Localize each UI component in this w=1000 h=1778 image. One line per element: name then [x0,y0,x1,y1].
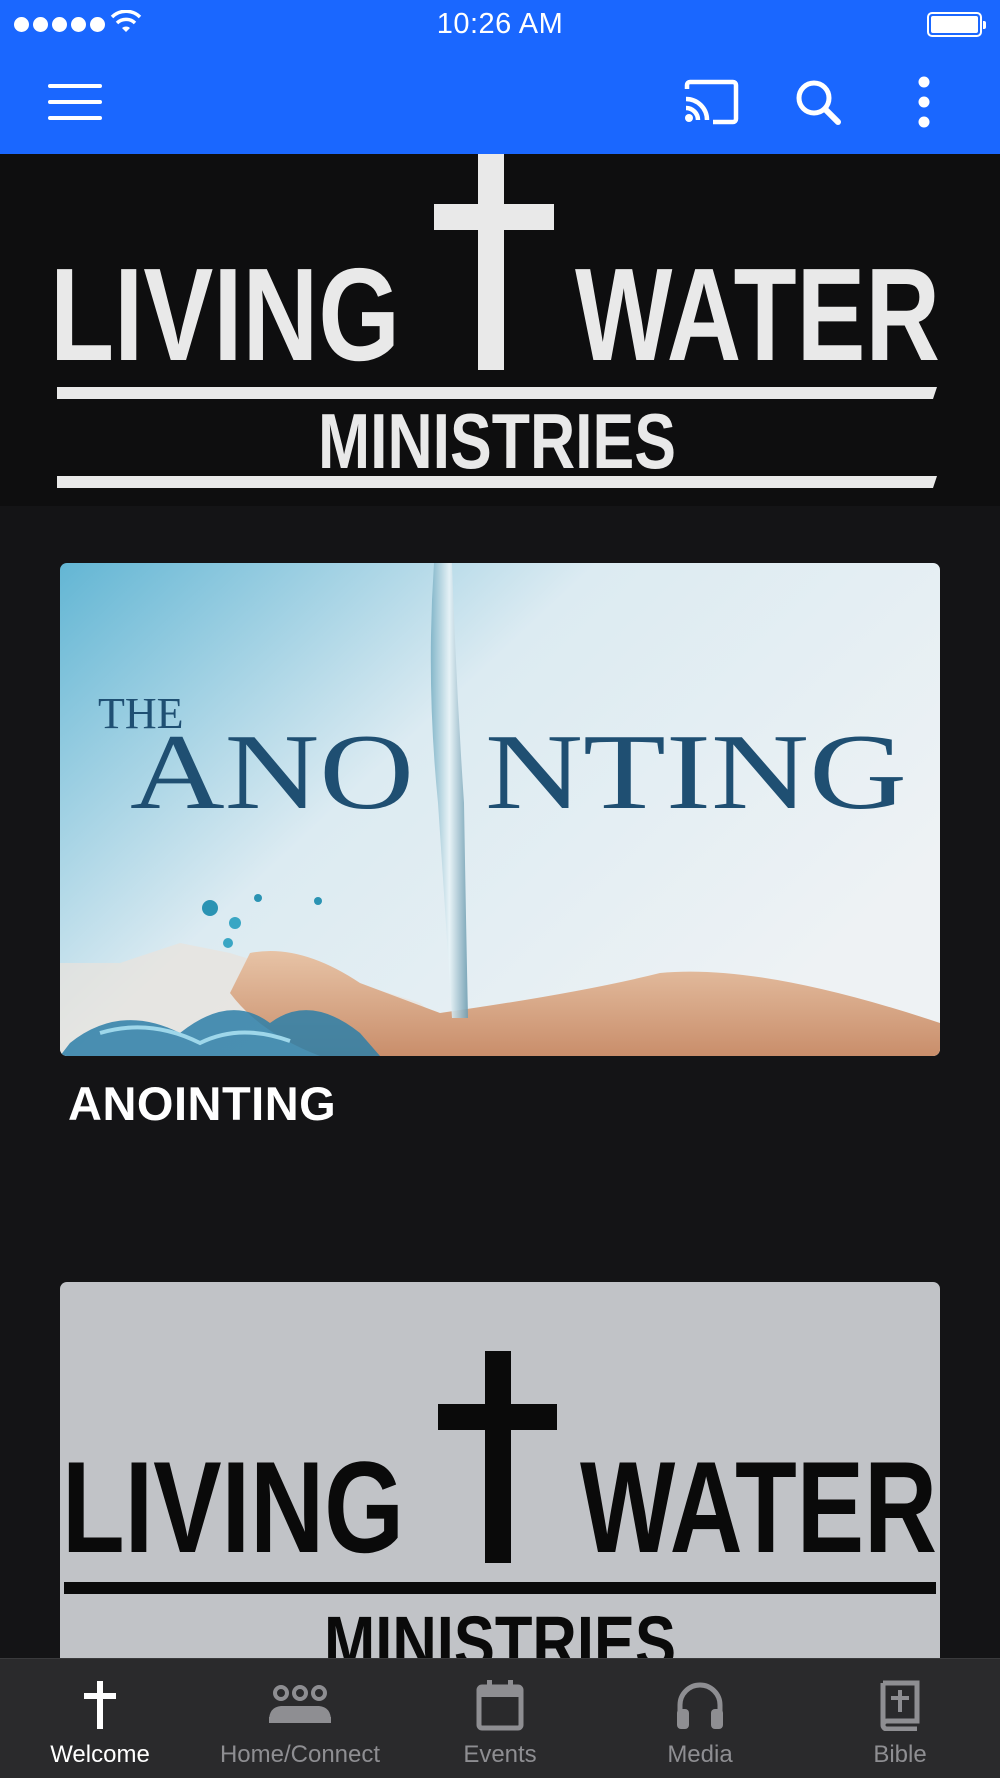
ministry-logo-dark: LIVING WATER MINISTRIES [62,1351,937,1672]
anointing-text-part1: ANO [130,713,414,832]
tab-home-connect[interactable]: Home/Connect [200,1659,400,1778]
bible-icon [880,1680,920,1731]
status-time: 10:26 AM [436,8,564,40]
cross-icon [84,1681,116,1729]
tab-label-events: Events [463,1741,537,1768]
tab-label-bible: Bible [873,1741,927,1768]
logo-text-living: LIVING [50,241,400,388]
calendar-icon [476,1680,524,1731]
anointing-card-title[interactable]: ANOINTING [68,1076,336,1131]
tab-label-media: Media [667,1741,733,1768]
menu-icon[interactable] [48,83,102,121]
more-options-icon[interactable] [916,76,932,128]
headphones-icon [677,1682,723,1729]
anointing-card-image[interactable]: THE ANO NTING [60,563,940,1056]
tab-events[interactable]: Events [400,1659,600,1778]
tab-welcome[interactable]: Welcome [0,1659,200,1778]
app-bar [0,50,1000,154]
tab-label-home-connect: Home/Connect [219,1741,381,1768]
logo-text-water: WATER [575,241,940,388]
ministry-logo-card-image[interactable]: LIVING WATER MINISTRIES [60,1282,940,1672]
tab-bible[interactable]: Bible [800,1659,1000,1778]
card-logo-text-water: WATER [580,1434,937,1580]
logo-text-ministries: MINISTRIES [318,397,676,485]
battery-icon [927,12,986,37]
ministry-logo-header: LIVING WATER MINISTRIES [0,154,1000,506]
status-bar: 10:26 AM [0,0,1000,50]
card-logo-text-living: LIVING [62,1434,404,1580]
anointing-text-part2: NTING [485,713,907,832]
tab-label-welcome: Welcome [50,1741,150,1768]
ministry-logo: LIVING WATER MINISTRIES [50,154,940,488]
anointing-artwork: THE ANO NTING [60,563,940,1056]
search-icon[interactable] [794,78,842,126]
bottom-tab-bar: Welcome Home/Connect Events Media Bible [0,1658,1000,1778]
tab-media[interactable]: Media [600,1659,800,1778]
group-icon [269,1685,331,1723]
cast-icon[interactable] [683,79,739,125]
